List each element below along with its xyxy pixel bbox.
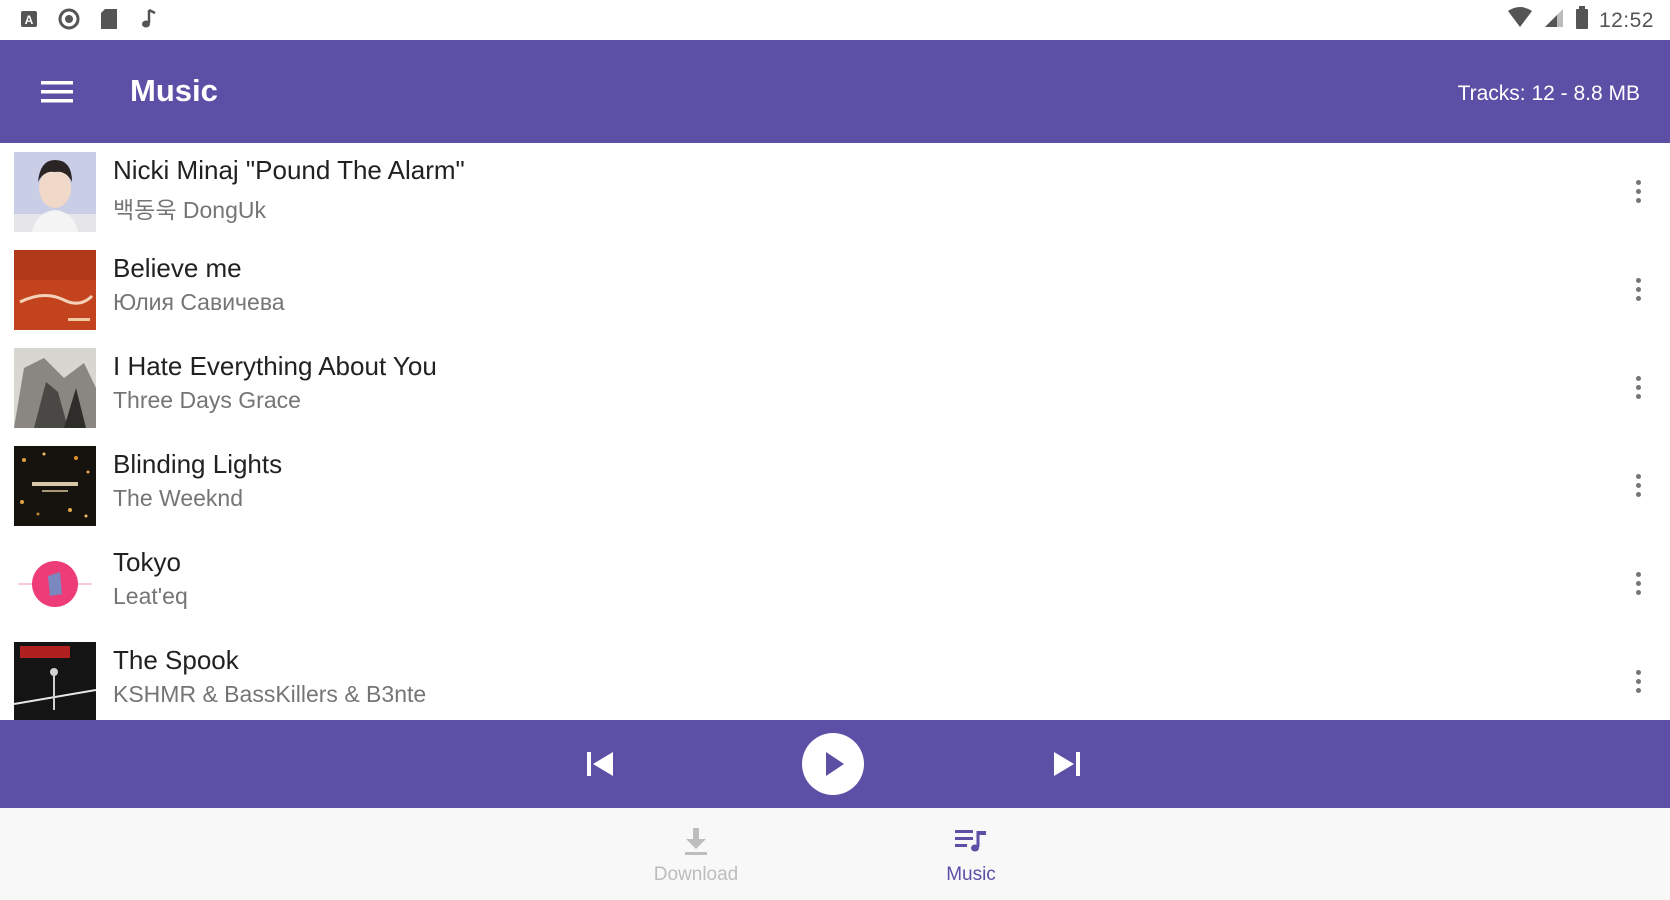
notification-a-icon: A: [18, 8, 40, 30]
track-artist: The Weeknd: [113, 485, 243, 511]
player-controls: [0, 720, 1670, 808]
album-cover: [14, 642, 96, 722]
next-track-button[interactable]: [1042, 734, 1092, 794]
track-artist: 백동욱 DongUk: [113, 197, 266, 223]
more-vert-icon: [1635, 473, 1641, 479]
battery-icon: [1575, 6, 1589, 35]
skip-previous-icon: [587, 752, 613, 776]
track-artist: Юлия Савичева: [113, 289, 285, 315]
notification-circle-icon: [58, 8, 80, 30]
track-title: The Spook: [113, 645, 239, 675]
more-options-button[interactable]: [1628, 661, 1648, 701]
wifi-icon: [1507, 7, 1533, 34]
more-vert-icon: [1635, 375, 1641, 381]
track-title: Nicki Minaj "Pound The Alarm": [113, 155, 465, 185]
nav-music-label: Music: [946, 864, 996, 885]
album-cover: [14, 544, 96, 624]
track-row[interactable]: Tokyo Leat'eq: [0, 535, 1670, 633]
track-title: Believe me: [113, 253, 242, 283]
hamburger-menu-icon: [41, 81, 73, 103]
more-vert-icon: [1635, 571, 1641, 577]
queue-music-icon: [951, 824, 991, 858]
track-artist: Leat'eq: [113, 583, 188, 609]
clock: 12:52: [1598, 8, 1654, 32]
app-bar: Music Tracks: 12 - 8.8 MB: [0, 40, 1670, 143]
track-title: Blinding Lights: [113, 449, 283, 479]
track-title: I Hate Everything About You: [113, 351, 437, 381]
nav-download-label: Download: [653, 864, 739, 885]
album-cover: [14, 250, 96, 330]
more-options-button[interactable]: [1628, 269, 1648, 309]
nav-music[interactable]: Music: [901, 824, 1041, 894]
sd-card-icon: [98, 8, 120, 30]
more-options-button[interactable]: [1628, 171, 1648, 211]
skip-next-icon: [1054, 752, 1080, 776]
track-row[interactable]: Blinding Lights The Weeknd: [0, 437, 1670, 535]
album-cover: [14, 446, 96, 526]
page-title: Music: [130, 73, 218, 108]
more-options-button[interactable]: [1628, 563, 1648, 603]
album-cover: [14, 348, 96, 428]
play-icon: [826, 752, 844, 776]
track-row[interactable]: Believe me Юлия Савичева: [0, 241, 1670, 339]
notification-icons: A: [18, 8, 160, 30]
more-vert-icon: [1635, 669, 1641, 675]
track-list: Nicki Minaj "Pound The Alarm" 백동욱 DongUk…: [0, 143, 1670, 722]
previous-track-button[interactable]: [575, 734, 625, 794]
download-icon: [676, 824, 716, 858]
more-vert-icon: [1635, 277, 1641, 283]
track-row[interactable]: The Spook KSHMR & BassKillers & B3nte: [0, 633, 1670, 731]
more-options-button[interactable]: [1628, 465, 1648, 505]
album-cover: [14, 152, 96, 232]
cell-signal-icon: [1543, 7, 1565, 34]
more-options-button[interactable]: [1628, 367, 1648, 407]
menu-button[interactable]: [32, 70, 82, 114]
track-row[interactable]: I Hate Everything About You Three Days G…: [0, 339, 1670, 437]
track-artist: Three Days Grace: [113, 387, 301, 413]
play-button[interactable]: [802, 733, 864, 795]
system-status: 12:52: [1507, 6, 1654, 35]
music-note-icon: [138, 8, 160, 30]
nav-download[interactable]: Download: [626, 824, 766, 894]
bottom-navigation: Download Music: [0, 808, 1670, 900]
status-bar: A 12:52: [0, 0, 1670, 40]
track-artist: KSHMR & BassKillers & B3nte: [113, 681, 427, 707]
svg-text:A: A: [25, 13, 34, 27]
tracks-summary: Tracks: 12 - 8.8 MB: [1457, 82, 1640, 105]
more-vert-icon: [1635, 179, 1641, 185]
track-row[interactable]: Nicki Minaj "Pound The Alarm" 백동욱 DongUk: [0, 143, 1670, 241]
track-title: Tokyo: [113, 547, 181, 577]
